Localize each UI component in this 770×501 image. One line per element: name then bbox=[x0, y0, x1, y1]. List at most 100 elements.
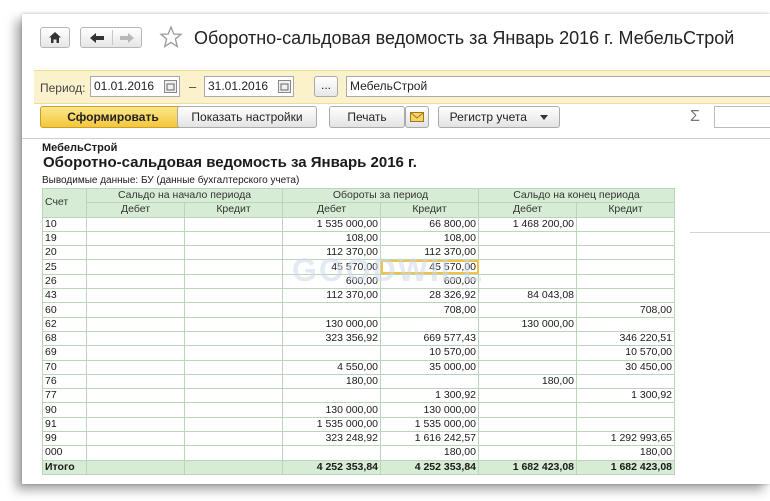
account-cell[interactable]: 76 bbox=[42, 373, 87, 390]
amount-cell[interactable] bbox=[184, 302, 283, 318]
amount-cell[interactable] bbox=[86, 245, 185, 261]
amount-cell[interactable]: 180,00 bbox=[576, 445, 675, 461]
amount-cell[interactable]: 1 616 242,57 bbox=[380, 431, 479, 447]
amount-cell[interactable] bbox=[184, 373, 283, 390]
amount-cell[interactable] bbox=[86, 230, 185, 247]
amount-cell[interactable]: 4 550,00 bbox=[282, 359, 381, 375]
calendar-icon[interactable] bbox=[278, 80, 291, 93]
amount-cell[interactable] bbox=[478, 230, 577, 247]
amount-cell[interactable]: 346 220,51 bbox=[576, 330, 675, 347]
amount-cell[interactable]: 708,00 bbox=[576, 302, 675, 318]
favorite-star-icon[interactable] bbox=[159, 25, 183, 49]
account-cell[interactable]: 77 bbox=[42, 388, 87, 404]
amount-cell[interactable]: 180,00 bbox=[380, 445, 479, 461]
back-arrow-icon[interactable] bbox=[89, 32, 105, 44]
amount-cell[interactable]: 66 800,00 bbox=[380, 216, 479, 232]
amount-cell[interactable] bbox=[478, 302, 577, 318]
amount-cell[interactable]: 600,00 bbox=[282, 273, 381, 290]
print-button[interactable]: Печать bbox=[329, 106, 405, 128]
amount-cell[interactable]: 600,00 bbox=[380, 273, 479, 290]
amount-cell[interactable] bbox=[478, 259, 577, 275]
amount-cell[interactable]: 708,00 bbox=[380, 302, 479, 318]
amount-cell[interactable] bbox=[86, 416, 185, 433]
amount-cell[interactable]: 10 570,00 bbox=[576, 345, 675, 361]
account-cell[interactable]: 43 bbox=[42, 288, 87, 304]
amount-cell[interactable] bbox=[478, 416, 577, 433]
amount-cell[interactable] bbox=[184, 273, 283, 290]
amount-cell[interactable]: 130 000,00 bbox=[282, 402, 381, 418]
amount-cell[interactable] bbox=[576, 416, 675, 433]
amount-cell[interactable]: 1 300,92 bbox=[576, 388, 675, 404]
amount-cell[interactable] bbox=[184, 259, 283, 275]
amount-cell[interactable] bbox=[86, 345, 185, 361]
show-settings-button[interactable]: Показать настройки bbox=[177, 106, 317, 128]
organization-field[interactable]: МебельСтрой bbox=[346, 76, 770, 97]
amount-cell[interactable]: 84 043,08 bbox=[478, 288, 577, 304]
home-button[interactable] bbox=[40, 27, 70, 48]
account-cell[interactable]: 10 bbox=[42, 216, 87, 232]
amount-cell[interactable] bbox=[86, 359, 185, 375]
calendar-icon[interactable] bbox=[164, 80, 177, 93]
amount-cell[interactable] bbox=[576, 273, 675, 290]
amount-cell[interactable] bbox=[478, 330, 577, 347]
amount-cell[interactable] bbox=[86, 431, 185, 447]
amount-cell[interactable]: 1 292 993,65 bbox=[576, 431, 675, 447]
amount-cell[interactable]: 1 535 000,00 bbox=[282, 216, 381, 232]
account-cell[interactable]: 60 bbox=[42, 302, 87, 318]
account-cell[interactable]: 99 bbox=[42, 431, 87, 447]
amount-cell[interactable] bbox=[478, 245, 577, 261]
account-cell[interactable]: Итого bbox=[42, 459, 87, 475]
amount-cell[interactable] bbox=[478, 431, 577, 447]
account-cell[interactable]: 26 bbox=[42, 273, 87, 290]
amount-cell[interactable] bbox=[86, 259, 185, 275]
amount-cell[interactable]: 112 370,00 bbox=[282, 245, 381, 261]
amount-cell[interactable]: 28 326,92 bbox=[380, 288, 479, 304]
amount-cell[interactable]: 130 000,00 bbox=[282, 316, 381, 332]
amount-cell[interactable] bbox=[478, 388, 577, 404]
amount-cell[interactable]: 1 468 200,00 bbox=[478, 216, 577, 232]
amount-cell[interactable]: 130 000,00 bbox=[478, 316, 577, 332]
amount-cell[interactable]: 4 252 353,84 bbox=[380, 459, 479, 475]
amount-cell[interactable]: 30 450,00 bbox=[576, 359, 675, 375]
amount-cell[interactable]: 45 570,00 bbox=[380, 259, 479, 275]
select-period-button[interactable]: ... bbox=[314, 76, 338, 97]
amount-cell[interactable]: 180,00 bbox=[282, 373, 381, 390]
amount-cell[interactable] bbox=[282, 388, 381, 404]
amount-cell[interactable] bbox=[86, 273, 185, 290]
amount-cell[interactable] bbox=[86, 330, 185, 347]
account-cell[interactable]: 62 bbox=[42, 316, 87, 332]
amount-cell[interactable] bbox=[576, 259, 675, 275]
amount-cell[interactable] bbox=[282, 302, 381, 318]
amount-cell[interactable]: 1 300,92 bbox=[380, 388, 479, 404]
amount-cell[interactable] bbox=[478, 359, 577, 375]
amount-cell[interactable] bbox=[282, 345, 381, 361]
date-to-field[interactable]: 31.01.2016 bbox=[204, 76, 294, 97]
amount-cell[interactable]: 108,00 bbox=[282, 230, 381, 247]
account-cell[interactable]: 91 bbox=[42, 416, 87, 433]
amount-cell[interactable]: 130 000,00 bbox=[380, 402, 479, 418]
amount-cell[interactable] bbox=[184, 431, 283, 447]
amount-cell[interactable]: 323 248,92 bbox=[282, 431, 381, 447]
amount-cell[interactable] bbox=[86, 402, 185, 418]
amount-cell[interactable] bbox=[184, 245, 283, 261]
amount-cell[interactable]: 1 535 000,00 bbox=[380, 416, 479, 433]
amount-cell[interactable]: 108,00 bbox=[380, 230, 479, 247]
account-cell[interactable]: 19 bbox=[42, 230, 87, 247]
amount-cell[interactable] bbox=[478, 345, 577, 361]
amount-cell[interactable] bbox=[86, 459, 185, 475]
forward-arrow-icon[interactable] bbox=[119, 32, 135, 44]
amount-cell[interactable]: 323 356,92 bbox=[282, 330, 381, 347]
amount-cell[interactable] bbox=[576, 216, 675, 232]
amount-cell[interactable] bbox=[282, 445, 381, 461]
amount-cell[interactable] bbox=[478, 402, 577, 418]
amount-cell[interactable] bbox=[86, 388, 185, 404]
amount-cell[interactable] bbox=[86, 288, 185, 304]
amount-cell[interactable] bbox=[478, 445, 577, 461]
amount-cell[interactable] bbox=[478, 273, 577, 290]
account-cell[interactable]: 69 bbox=[42, 345, 87, 361]
account-cell[interactable]: 68 bbox=[42, 330, 87, 347]
account-cell[interactable]: 000 bbox=[42, 445, 87, 461]
amount-cell[interactable] bbox=[184, 359, 283, 375]
amount-cell[interactable] bbox=[86, 316, 185, 332]
amount-cell[interactable]: 112 370,00 bbox=[380, 245, 479, 261]
